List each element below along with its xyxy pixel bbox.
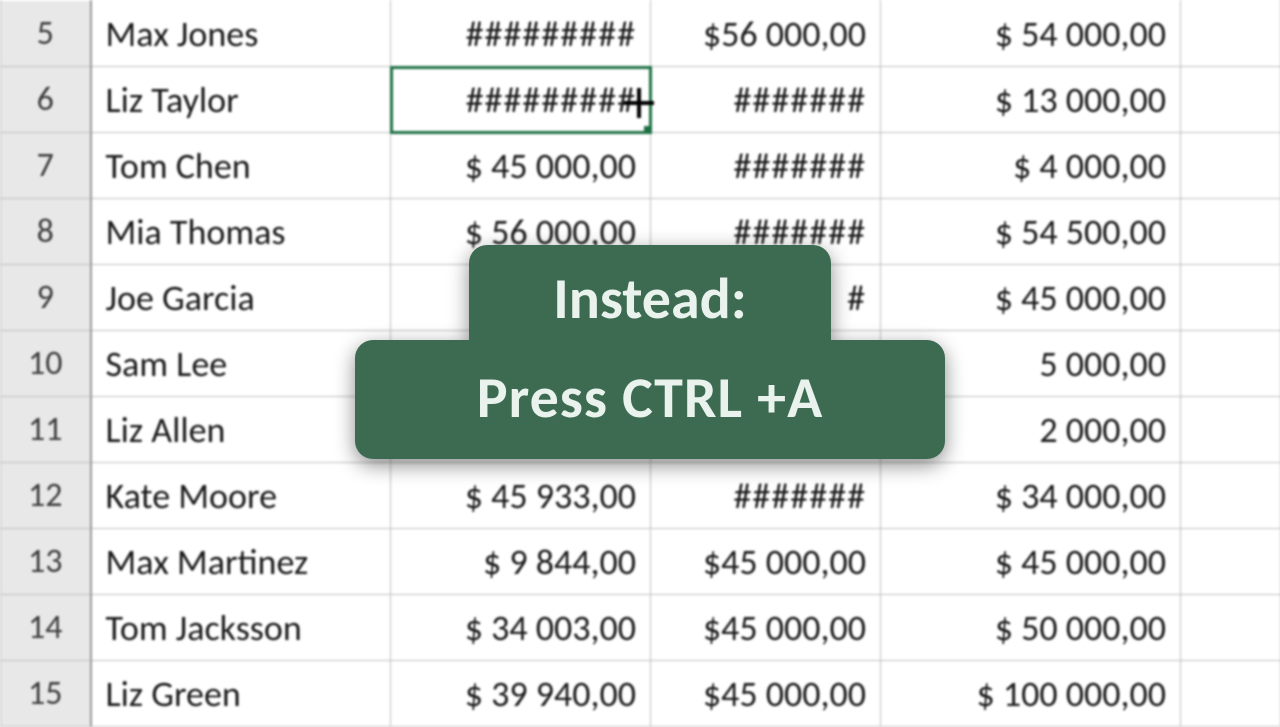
empty-cell[interactable] — [1181, 133, 1280, 199]
value-cell[interactable]: $ 45 000,00 — [881, 529, 1181, 595]
name-cell[interactable]: Liz Green — [91, 661, 391, 727]
table-row[interactable]: 7Tom Chen$ 45 000,00#######$ 4 000,00 — [1, 133, 1280, 199]
table-row[interactable]: 12Kate Moore$ 45 933,00#######$ 34 000,0… — [1, 463, 1280, 529]
tooltip-line2: Press CTRL +A — [355, 340, 945, 459]
value-cell[interactable]: $ 34 003,00 — [391, 595, 651, 661]
value-cell[interactable]: $ 4 000,00 — [881, 133, 1181, 199]
name-cell[interactable]: Joe Garcia — [91, 265, 391, 331]
empty-cell[interactable] — [1181, 67, 1280, 133]
row-header[interactable]: 13 — [1, 529, 91, 595]
value-cell[interactable]: $ 45 000,00 — [391, 133, 651, 199]
empty-cell[interactable] — [1181, 463, 1280, 529]
empty-cell[interactable] — [1181, 199, 1280, 265]
name-cell[interactable]: Max Jones — [91, 1, 391, 67]
value-cell[interactable]: ######### — [391, 1, 651, 67]
row-header[interactable]: 10 — [1, 331, 91, 397]
empty-cell[interactable] — [1181, 265, 1280, 331]
value-cell[interactable]: $ 34 000,00 — [881, 463, 1181, 529]
value-cell[interactable]: $ 39 940,00 — [391, 661, 651, 727]
name-cell[interactable]: Liz Taylor — [91, 67, 391, 133]
name-cell[interactable]: Tom Jacksson — [91, 595, 391, 661]
name-cell[interactable]: Mia Thomas — [91, 199, 391, 265]
value-cell[interactable]: ####### — [651, 133, 881, 199]
row-header[interactable]: 5 — [1, 1, 91, 67]
value-cell[interactable]: $ 45 933,00 — [391, 463, 651, 529]
hint-tooltip: Instead: Press CTRL +A — [355, 245, 945, 459]
row-header[interactable]: 9 — [1, 265, 91, 331]
empty-cell[interactable] — [1181, 595, 1280, 661]
name-cell[interactable]: Sam Lee — [91, 331, 391, 397]
empty-cell[interactable] — [1181, 397, 1280, 463]
value-cell[interactable]: $45 000,00 — [651, 529, 881, 595]
value-cell[interactable]: $ 9 844,00 — [391, 529, 651, 595]
row-header[interactable]: 15 — [1, 661, 91, 727]
value-cell[interactable]: $56 000,00 — [651, 1, 881, 67]
row-header[interactable]: 8 — [1, 199, 91, 265]
table-row[interactable]: 6Liz Taylor################$ 13 000,00 — [1, 67, 1280, 133]
empty-cell[interactable] — [1181, 331, 1280, 397]
name-cell[interactable]: Tom Chen — [91, 133, 391, 199]
tooltip-line1: Instead: — [469, 245, 831, 346]
value-cell[interactable]: $45 000,00 — [651, 595, 881, 661]
row-header[interactable]: 7 — [1, 133, 91, 199]
table-row[interactable]: 5Max Jones#########$56 000,00$ 54 000,00 — [1, 1, 1280, 67]
name-cell[interactable]: Liz Allen — [91, 397, 391, 463]
value-cell[interactable]: ######### — [391, 67, 651, 133]
table-row[interactable]: 14Tom Jacksson$ 34 003,00$45 000,00$ 50 … — [1, 595, 1280, 661]
row-header[interactable]: 11 — [1, 397, 91, 463]
value-cell[interactable]: $45 000,00 — [651, 661, 881, 727]
value-cell[interactable]: $ 100 000,00 — [881, 661, 1181, 727]
empty-cell[interactable] — [1181, 1, 1280, 67]
row-header[interactable]: 14 — [1, 595, 91, 661]
empty-cell[interactable] — [1181, 529, 1280, 595]
value-cell[interactable]: $ 50 000,00 — [881, 595, 1181, 661]
empty-cell[interactable] — [1181, 661, 1280, 727]
row-header[interactable]: 12 — [1, 463, 91, 529]
name-cell[interactable]: Kate Moore — [91, 463, 391, 529]
table-row[interactable]: 15Liz Green$ 39 940,00$45 000,00$ 100 00… — [1, 661, 1280, 727]
value-cell[interactable]: ####### — [651, 67, 881, 133]
row-header[interactable]: 6 — [1, 67, 91, 133]
table-row[interactable]: 13Max Martinez$ 9 844,00$45 000,00$ 45 0… — [1, 529, 1280, 595]
name-cell[interactable]: Max Martinez — [91, 529, 391, 595]
value-cell[interactable]: ####### — [651, 463, 881, 529]
value-cell[interactable]: $ 13 000,00 — [881, 67, 1181, 133]
value-cell[interactable]: $ 54 000,00 — [881, 1, 1181, 67]
